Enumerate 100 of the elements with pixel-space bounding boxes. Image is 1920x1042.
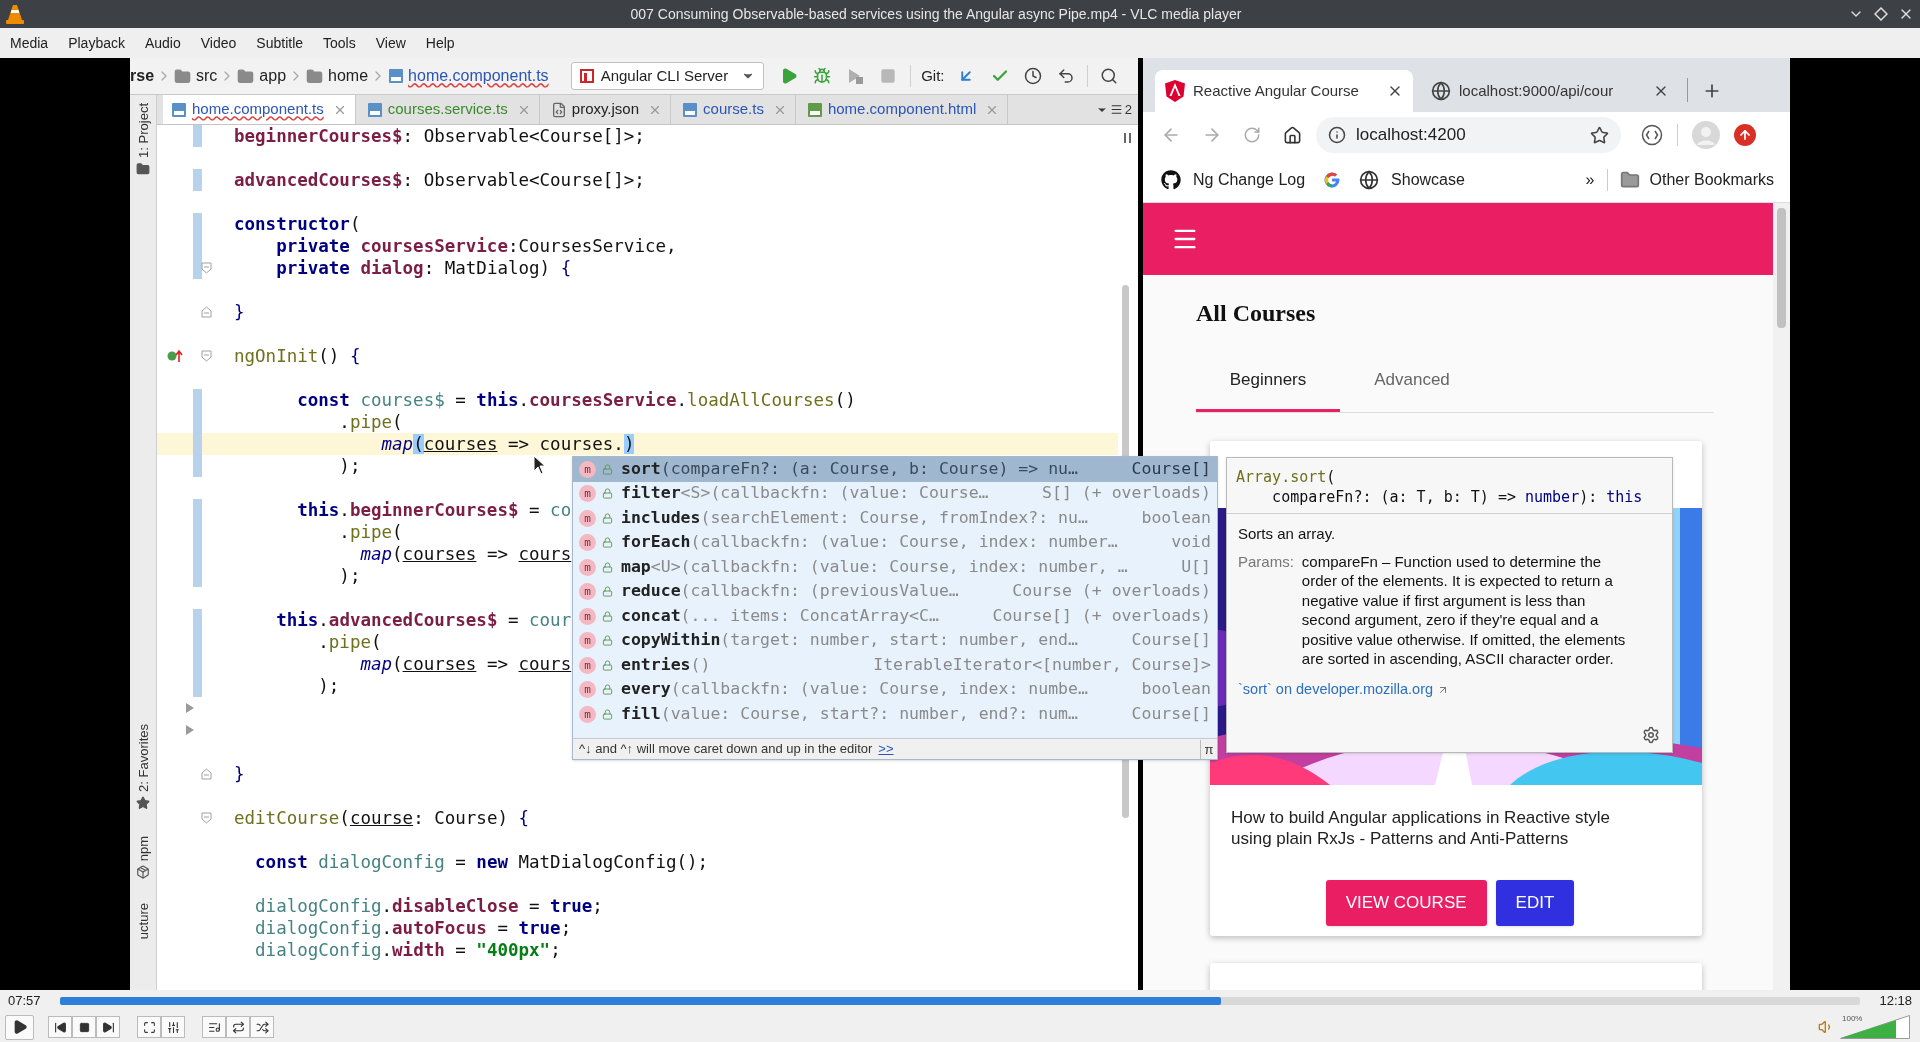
run-configuration-dropdown[interactable]: Angular CLI Server xyxy=(570,62,765,90)
info-icon[interactable] xyxy=(1328,126,1346,144)
completion-item[interactable]: m concat(... items: ConcatArray<C… Course[] (+ overloads) xyxy=(573,604,1217,629)
fold-marker-icon[interactable] xyxy=(201,306,212,318)
completion-item[interactable]: m every(callbackfn: (value: Course, index: numbe… boolean xyxy=(573,677,1217,702)
home-icon[interactable] xyxy=(1283,125,1302,145)
lock-icon xyxy=(602,659,613,671)
fold-marker-icon[interactable] xyxy=(201,350,212,362)
extended-settings-button[interactable] xyxy=(161,1016,185,1038)
star-icon[interactable] xyxy=(136,795,150,810)
breadcrumb[interactable]: app xyxy=(259,64,287,88)
completion-text: every(callbackfn: (value: Course, index: numbe… xyxy=(621,678,1089,701)
breadcrumb[interactable]: home xyxy=(328,64,369,88)
code-line: map(courses => cours xyxy=(359,543,572,565)
code-line: editCourse(course: Course) { xyxy=(234,807,530,829)
menu-item[interactable]: Audio xyxy=(137,32,188,54)
completion-item[interactable]: m map<U>(callbackfn: (value: Course, index: number, … U[] xyxy=(573,555,1217,580)
fullscreen-button[interactable] xyxy=(137,1016,161,1038)
tool-window-button[interactable]: 1: Project xyxy=(136,103,150,158)
stop-button[interactable] xyxy=(72,1016,96,1038)
params-text: compareFn – Function used to determine the order of the elements. It is expected to return a negative value if first argument is less than second argument, zero if they're equal and a positive value otherwise. If omitted, the elements are sorted in ascending, ASCII character order. xyxy=(1301,551,1627,670)
address-bar[interactable]: localhost:4200 xyxy=(1316,117,1621,153)
completion-item[interactable]: m entries() IterableIterator<[number, Course]> xyxy=(573,653,1217,678)
diamond-icon[interactable] xyxy=(1874,7,1888,21)
completion-type: Course[] xyxy=(1131,629,1211,652)
override-marker-icon[interactable] xyxy=(167,349,183,363)
collapsed-arrow-icon[interactable] xyxy=(185,724,195,736)
multicolor-g-icon[interactable] xyxy=(1323,171,1342,189)
tool-window-button[interactable]: 2: Favorites xyxy=(136,723,150,792)
completion-item[interactable]: m filter<S>(callbackfn: (value: Course… S[] (+ overloads) xyxy=(573,481,1217,506)
scrollbar-thumb[interactable] xyxy=(1777,208,1786,328)
inspection-status-icon[interactable] xyxy=(1124,133,1132,143)
completion-text: reduce(callbackfn: (previousValue… xyxy=(621,580,960,603)
course-tab[interactable]: Beginners xyxy=(1196,350,1340,412)
run-icon[interactable] xyxy=(780,67,799,85)
completion-item[interactable]: m forEach(callbackfn: (value: Course, index: number… void xyxy=(573,530,1217,555)
fold-marker-icon[interactable] xyxy=(201,812,212,824)
menu-item[interactable]: Media xyxy=(3,32,56,54)
loop-button[interactable] xyxy=(226,1016,250,1038)
completion-item[interactable]: m fill(value: Course, start?: number, end?: num… Course[] xyxy=(573,702,1217,727)
completion-item[interactable]: m includes(searchElement: Course, fromIndex?: nu… boolean xyxy=(573,506,1217,531)
fold-marker-icon[interactable] xyxy=(201,768,212,780)
code-line: map(courses => cours xyxy=(359,653,572,675)
completion-item[interactable]: m copyWithin(target: number, start: number, end… Course[] xyxy=(573,628,1217,653)
revert-icon[interactable] xyxy=(1056,67,1075,85)
completion-item[interactable]: m reduce(callbackfn: (previousValue… Course (+ overloads) xyxy=(573,579,1217,604)
folder-icon xyxy=(237,67,255,85)
pi-button[interactable]: π xyxy=(1200,739,1217,759)
method-badge: m xyxy=(579,607,596,625)
update-badge-icon[interactable] xyxy=(1734,124,1756,146)
code-line: map(courses => courses.) xyxy=(380,433,635,455)
shuffle-button[interactable] xyxy=(250,1016,274,1038)
folder-icon xyxy=(306,67,324,85)
breadcrumb[interactable]: src xyxy=(196,64,218,88)
menu-item[interactable]: Tools xyxy=(316,32,363,54)
settings-icon[interactable] xyxy=(1642,726,1660,744)
course-tab[interactable]: Advanced xyxy=(1340,350,1484,412)
previous-button[interactable] xyxy=(48,1016,72,1038)
seek-bar[interactable] xyxy=(60,997,1860,1005)
list-icon[interactable] xyxy=(1109,103,1123,116)
completion-item[interactable]: m sort(compareFn?: (a: Course, b: Course) => nu… Course[] xyxy=(573,457,1217,482)
search-icon[interactable] xyxy=(1099,67,1118,85)
bookmark-star-icon[interactable] xyxy=(1590,125,1609,145)
fold-marker-icon[interactable] xyxy=(201,262,212,274)
volume-slider[interactable]: 100% xyxy=(1840,1015,1910,1039)
hint-link[interactable]: >> xyxy=(878,739,894,759)
code-line: dialogConfig.autoFocus = true; xyxy=(254,917,572,939)
breadcrumb[interactable]: rse xyxy=(130,64,155,88)
next-button[interactable] xyxy=(96,1016,120,1038)
extension-icon[interactable] xyxy=(1641,124,1663,146)
bug-icon[interactable] xyxy=(813,67,832,85)
package-icon[interactable] xyxy=(136,865,150,880)
history-icon[interactable] xyxy=(1023,67,1042,85)
menu-item[interactable]: Help xyxy=(418,32,462,54)
code-line: advancedCourses$: Observable<Course[]>; xyxy=(234,169,645,191)
lock-icon xyxy=(602,488,613,500)
git-label: Git: xyxy=(921,65,945,86)
playlist-button[interactable] xyxy=(202,1016,226,1038)
menu-item[interactable]: Playback xyxy=(61,32,132,54)
menu-item[interactable]: Video xyxy=(193,32,244,54)
code-line: } xyxy=(234,763,245,785)
editor-tab[interactable]: home.component.ts xyxy=(163,95,356,124)
completion-text: forEach(callbackfn: (value: Course, index: number… xyxy=(621,531,1119,554)
tool-window-button[interactable]: ucture xyxy=(136,903,150,940)
browser-tab[interactable]: Reactive Angular Course xyxy=(1155,70,1413,112)
menu-item[interactable]: Subtitle xyxy=(249,32,311,54)
bookmark[interactable]: Other Bookmarks xyxy=(1649,168,1774,192)
collapsed-arrow-icon[interactable] xyxy=(185,702,195,714)
edit-button[interactable]: EDIT xyxy=(1495,880,1575,926)
folder-icon[interactable] xyxy=(136,161,150,176)
play-button[interactable] xyxy=(5,1014,34,1040)
menu-item[interactable]: View xyxy=(368,32,413,54)
cat-silhouette-icon xyxy=(1161,170,1181,190)
documentation-link[interactable]: `sort` on developer.mozilla.org xyxy=(1238,679,1434,701)
breadcrumb[interactable]: home.component.ts xyxy=(408,64,549,88)
more-bookmarks-button[interactable]: » xyxy=(1585,168,1595,192)
tool-window-button[interactable]: npm xyxy=(136,835,150,862)
bookmark[interactable]: Ng Change Log xyxy=(1193,168,1306,192)
view-course-button[interactable]: VIEW COURSE xyxy=(1325,880,1487,926)
bookmark[interactable]: Showcase xyxy=(1391,168,1465,192)
